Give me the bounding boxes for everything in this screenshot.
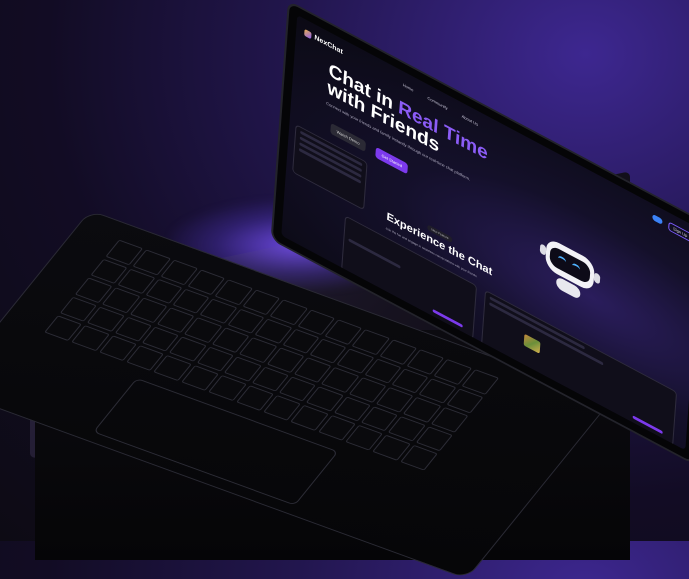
- logo[interactable]: NexChat: [304, 28, 344, 56]
- robot-eye-right: [571, 262, 581, 274]
- nav-link-about[interactable]: About Us: [462, 113, 479, 127]
- nav-link-community[interactable]: Community: [427, 95, 448, 111]
- food-image: [523, 333, 541, 354]
- message-input-bar[interactable]: [632, 415, 663, 435]
- top-nav: NexChat Home Community About Us Sign Up: [304, 25, 689, 245]
- logo-icon: [304, 28, 312, 39]
- nav-right: Sign Up: [651, 212, 689, 243]
- logo-text: NexChat: [314, 33, 344, 56]
- signup-button[interactable]: Sign Up: [667, 220, 689, 243]
- robot-eye-left: [557, 254, 567, 266]
- theme-toggle[interactable]: [651, 213, 663, 225]
- chat-message: [489, 302, 604, 366]
- get-started-button[interactable]: Get Started: [375, 146, 409, 175]
- robot-ear-right: [593, 271, 601, 285]
- caller-name: [348, 238, 401, 269]
- call-progress-bar: [432, 308, 463, 328]
- robot-illustration: [538, 230, 602, 315]
- nav-link-home[interactable]: Home: [403, 82, 414, 92]
